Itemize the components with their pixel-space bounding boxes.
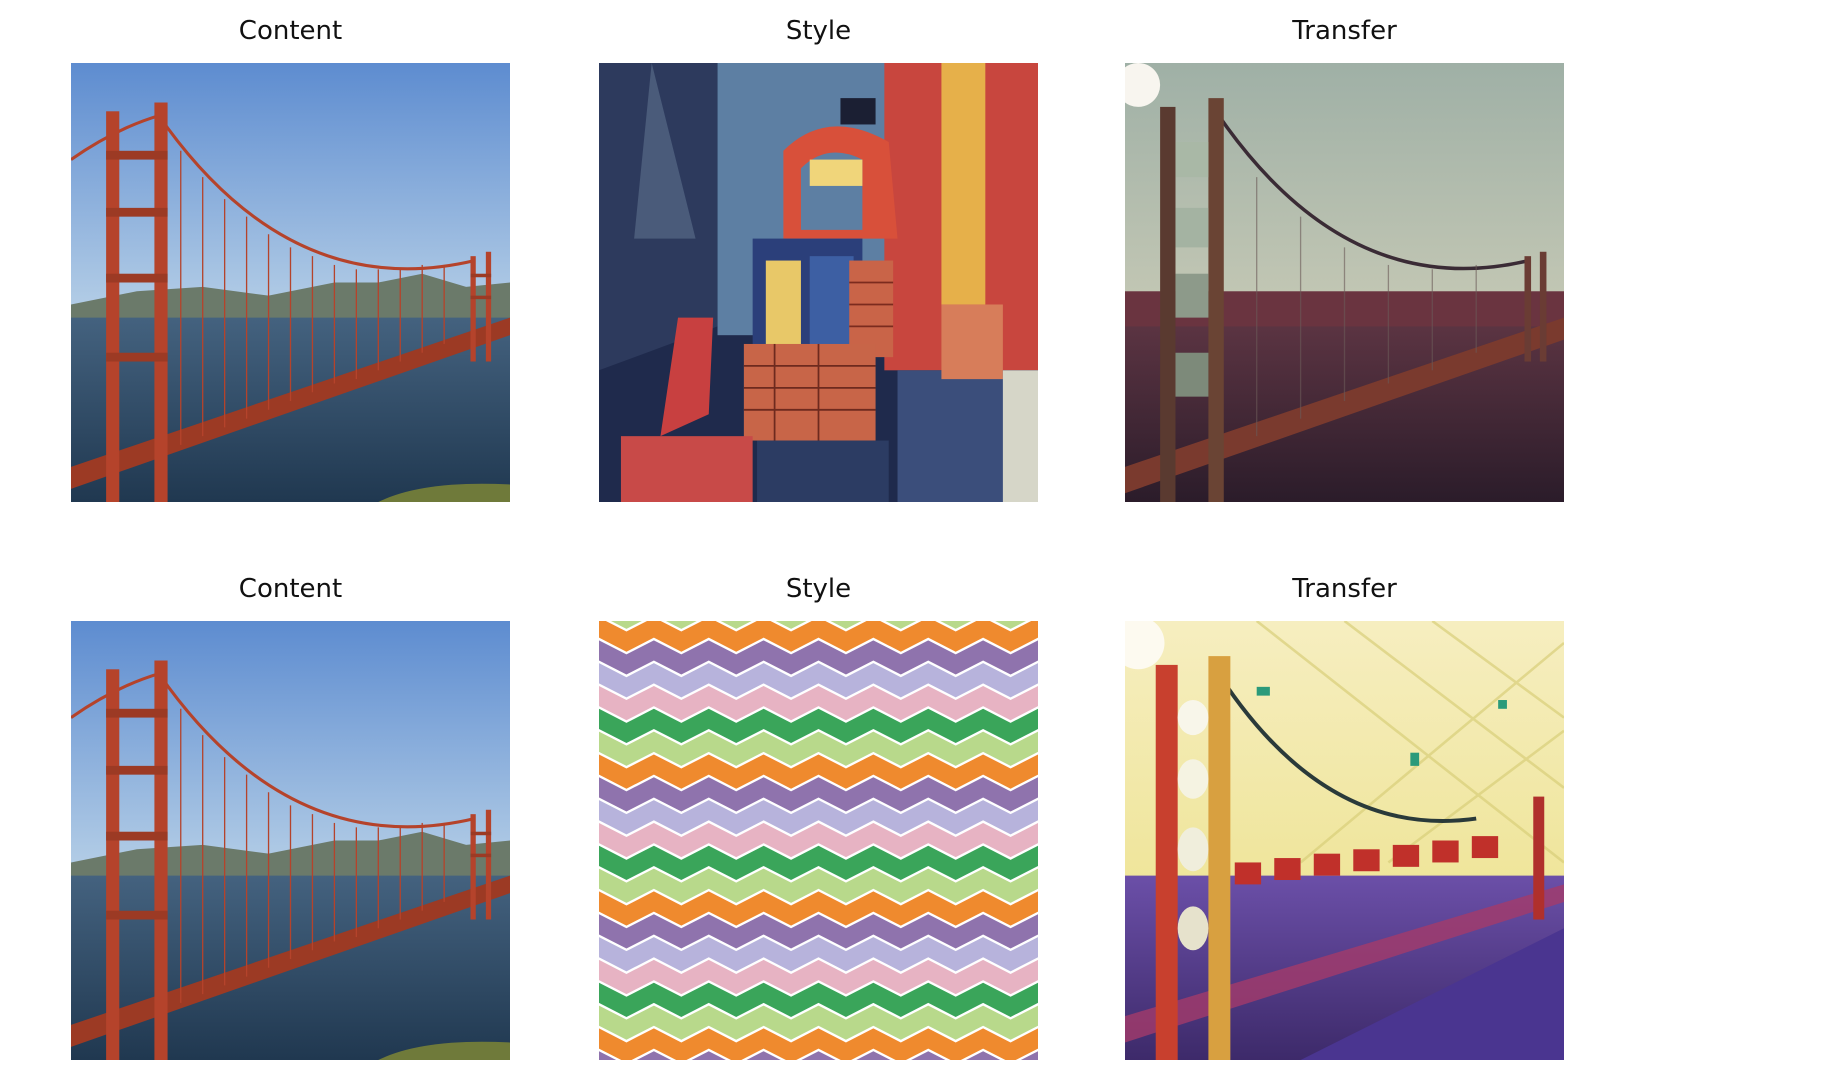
panel-title: Style (785, 16, 852, 46)
style-image-chevron-pattern (599, 621, 1038, 1060)
panel-title: Transfer (1292, 16, 1397, 46)
transfer-image-bridge-chevron (1125, 621, 1564, 1060)
panel-title: Content (238, 16, 343, 46)
content-image-golden-gate (71, 621, 510, 1060)
panel-title: Content (238, 574, 343, 604)
content-image-golden-gate (71, 63, 510, 502)
transfer-image-bridge-cubist (1125, 63, 1564, 502)
panel-title: Style (785, 574, 852, 604)
style-image-cubist-painting (599, 63, 1038, 502)
panel-title: Transfer (1292, 574, 1397, 604)
